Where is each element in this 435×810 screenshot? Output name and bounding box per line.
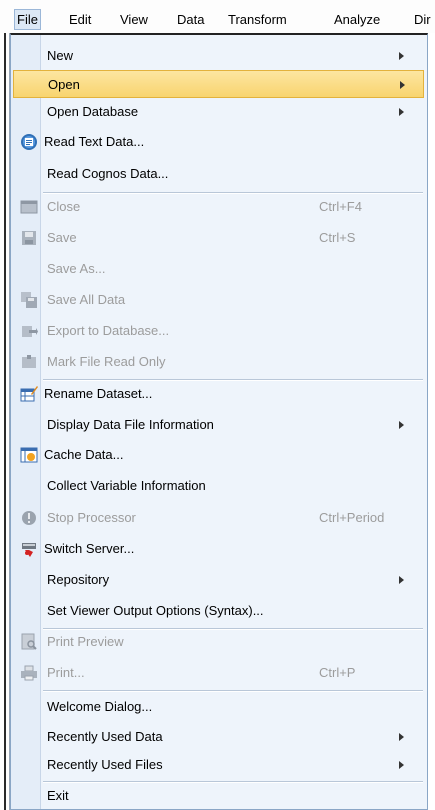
menu-view[interactable]: View — [117, 10, 151, 29]
menu-item-save[interactable]: Save Ctrl+S — [13, 224, 424, 252]
menu-item-switch-server[interactable]: Switch Server... — [13, 535, 424, 563]
menu-item-save-all-data[interactable]: Save All Data — [13, 286, 424, 314]
menu-item-label: Save — [47, 230, 77, 245]
menu-item-label: Recently Used Files — [47, 757, 163, 772]
menu-item-label: Welcome Dialog... — [47, 699, 153, 714]
menu-item-label: Switch Server... — [44, 541, 135, 556]
menu-item-recently-used-data[interactable]: Recently Used Data — [13, 723, 424, 751]
menu-file[interactable]: File — [14, 9, 41, 30]
menu-item-label: Close — [47, 199, 81, 214]
menu-item-rename-dataset[interactable]: Rename Dataset... — [13, 380, 424, 408]
submenu-arrow-icon — [399, 733, 404, 741]
menu-item-read-cognos-data[interactable]: Read Cognos Data... — [13, 160, 424, 188]
menu-item-label: New — [47, 48, 74, 63]
shortcut-label: Ctrl+P — [319, 665, 356, 680]
menu-item-stop-processor[interactable]: Stop Processor Ctrl+Period — [13, 504, 424, 532]
menu-data[interactable]: Data — [174, 10, 207, 29]
close-icon — [20, 200, 38, 214]
menu-item-mark-file-read-only[interactable]: Mark File Read Only — [13, 348, 424, 376]
menu-item-close[interactable]: Close Ctrl+F4 — [13, 193, 424, 221]
submenu-arrow-icon — [400, 81, 405, 89]
cache-data-icon — [20, 447, 38, 463]
menu-item-label: Collect Variable Information — [47, 478, 206, 493]
file-menu-dropdown: New Open Open Database Read Text Data...… — [10, 33, 428, 810]
menu-item-label: Open — [48, 77, 80, 92]
shortcut-label: Ctrl+S — [319, 230, 356, 245]
menu-item-new[interactable]: New — [13, 42, 424, 70]
menu-item-welcome-dialog[interactable]: Welcome Dialog... — [13, 693, 424, 721]
submenu-arrow-icon — [399, 52, 404, 60]
shortcut-label: Ctrl+Period — [319, 510, 385, 525]
menu-item-label: Exit — [47, 788, 69, 803]
save-all-icon — [21, 292, 37, 308]
menu-item-label: Display Data File Information — [47, 417, 214, 432]
menu-item-label: Set Viewer Output Options (Syntax)... — [47, 603, 264, 618]
menu-item-set-viewer-output-options[interactable]: Set Viewer Output Options (Syntax)... — [13, 597, 424, 625]
read-text-data-icon — [21, 134, 37, 150]
menu-item-cache-data[interactable]: Cache Data... — [13, 441, 424, 469]
menu-item-print[interactable]: Print... Ctrl+P — [13, 659, 424, 687]
menu-item-label: Mark File Read Only — [47, 354, 166, 369]
save-icon — [22, 231, 36, 245]
menu-item-print-preview[interactable]: Print Preview — [13, 628, 424, 656]
menu-edit[interactable]: Edit — [66, 10, 94, 29]
print-icon — [21, 665, 37, 681]
read-only-icon — [22, 355, 36, 368]
menu-item-label: Recently Used Data — [47, 729, 163, 744]
menu-item-label: Stop Processor — [47, 510, 136, 525]
menu-transform[interactable]: Transform — [225, 10, 290, 29]
submenu-arrow-icon — [399, 761, 404, 769]
menu-item-read-text-data[interactable]: Read Text Data... — [13, 128, 424, 156]
menu-item-label: Print Preview — [47, 634, 124, 649]
menu-separator — [43, 690, 423, 692]
menu-item-exit[interactable]: Exit — [13, 782, 424, 810]
menu-item-open[interactable]: Open — [13, 70, 424, 98]
menu-item-label: Read Text Data... — [44, 134, 145, 149]
menu-item-label: Repository — [47, 572, 110, 587]
menu-item-label: Save All Data — [47, 292, 126, 307]
menu-item-collect-variable-information[interactable]: Collect Variable Information — [13, 472, 424, 500]
rename-dataset-icon — [20, 386, 38, 402]
menu-item-export-to-database[interactable]: Export to Database... — [13, 317, 424, 345]
menu-item-display-data-file-information[interactable]: Display Data File Information — [13, 411, 424, 439]
menu-item-repository[interactable]: Repository — [13, 566, 424, 594]
menu-item-label: Open Database — [47, 104, 139, 119]
menu-item-save-as[interactable]: Save As... — [13, 255, 424, 283]
stop-processor-icon — [22, 511, 36, 525]
menu-item-label: Cache Data... — [44, 447, 124, 462]
menu-analyze[interactable]: Analyze — [331, 10, 383, 29]
submenu-arrow-icon — [399, 108, 404, 116]
menu-item-label: Export to Database... — [47, 323, 170, 338]
menu-item-label: Rename Dataset... — [44, 386, 153, 401]
print-preview-icon — [21, 633, 37, 650]
window-edge — [4, 33, 6, 810]
submenu-arrow-icon — [399, 576, 404, 584]
shortcut-label: Ctrl+F4 — [319, 199, 362, 214]
menu-item-recently-used-files[interactable]: Recently Used Files — [13, 751, 424, 779]
menu-item-label: Read Cognos Data... — [47, 166, 169, 181]
switch-server-icon — [22, 543, 36, 557]
menu-item-label: Save As... — [47, 261, 106, 276]
submenu-arrow-icon — [399, 421, 404, 429]
menu-direct-marketing[interactable]: Dir — [411, 10, 434, 29]
menu-item-label: Print... — [47, 665, 85, 680]
menu-item-open-database[interactable]: Open Database — [13, 98, 424, 126]
menu-bar: File Edit View Data Transform Analyze Di… — [0, 0, 435, 33]
export-database-icon — [22, 326, 38, 337]
